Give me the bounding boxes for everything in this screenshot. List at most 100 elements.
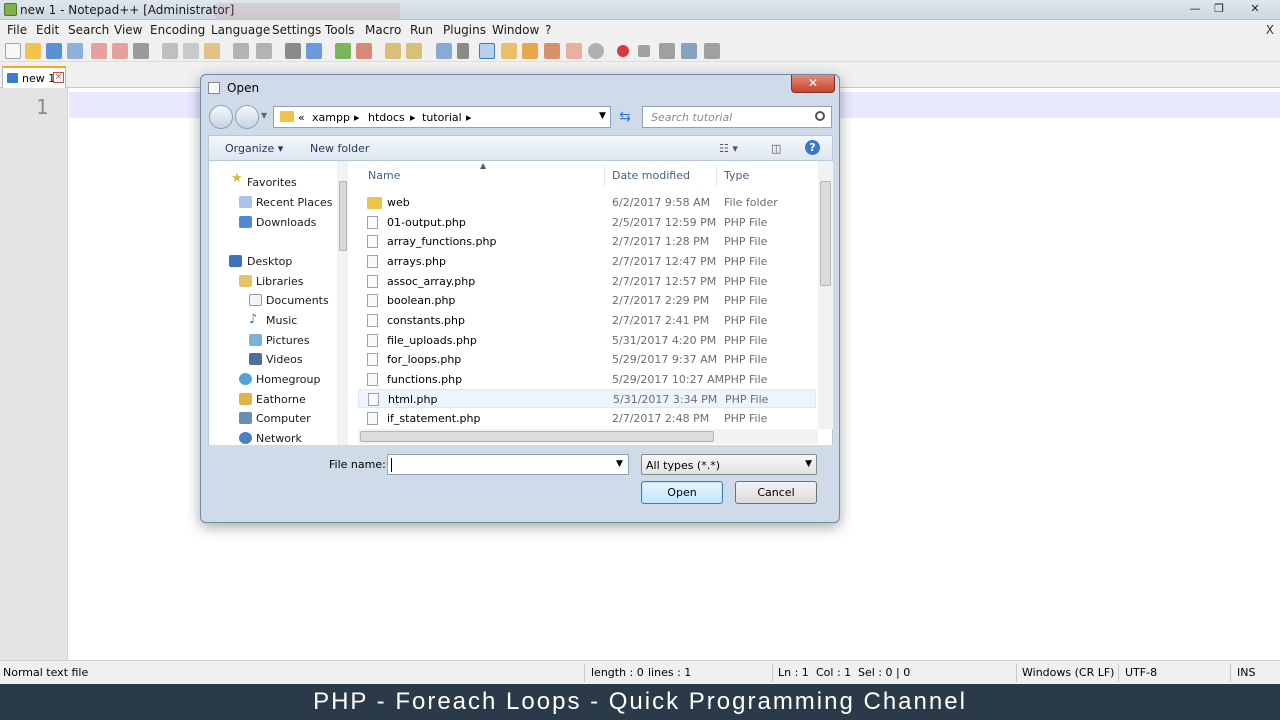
breadcrumb-xampp[interactable]: xampp — [312, 111, 350, 124]
nav-eathorne[interactable]: Eathorne — [256, 393, 306, 406]
file-row[interactable]: for_loops.php 5/29/2017 9:37 AM PHP File — [358, 350, 816, 369]
dialog-close-button[interactable]: ✕ — [791, 75, 835, 93]
recent-locations-dropdown[interactable]: ▼ — [261, 111, 267, 120]
close-window-button[interactable]: ✕ — [1244, 2, 1266, 16]
column-separator[interactable] — [604, 165, 605, 187]
nav-music[interactable]: Music — [266, 314, 297, 327]
menu-edit[interactable]: Edit — [36, 23, 59, 37]
back-button[interactable] — [209, 105, 233, 129]
stop-macro-icon[interactable] — [638, 45, 650, 57]
nav-recent-places[interactable]: Recent Places — [256, 196, 333, 209]
horizontal-scrollbar-thumb[interactable] — [360, 431, 714, 442]
indent-guide-icon[interactable] — [479, 43, 495, 59]
close-file-icon[interactable] — [91, 43, 107, 59]
sync-h-icon[interactable] — [406, 43, 422, 59]
nav-pictures[interactable]: Pictures — [266, 334, 310, 347]
file-row[interactable]: array_functions.php 2/7/2017 1:28 PM PHP… — [358, 232, 816, 251]
menu-plugins[interactable]: Plugins — [443, 23, 486, 37]
nav-videos[interactable]: Videos — [266, 353, 303, 366]
nav-computer[interactable]: Computer — [256, 412, 311, 425]
folder-workspace-icon[interactable] — [566, 43, 582, 59]
copy-icon[interactable] — [183, 43, 199, 59]
file-type-select[interactable]: All types (*.*) ▼ — [641, 454, 817, 475]
menu-window[interactable]: Window — [492, 23, 539, 37]
breadcrumb-htdocs[interactable]: htdocs — [368, 111, 405, 124]
file-row[interactable]: functions.php 5/29/2017 10:27 AM PHP Fil… — [358, 370, 816, 389]
print-icon[interactable] — [133, 43, 149, 59]
zoom-in-icon[interactable] — [335, 43, 351, 59]
file-row[interactable]: boolean.php 2/7/2017 2:29 PM PHP File — [358, 291, 816, 310]
paste-icon[interactable] — [204, 43, 220, 59]
file-row-hovered[interactable]: html.php 5/31/2017 3:34 PM PHP File — [358, 389, 816, 408]
tab-close-icon[interactable]: × — [53, 72, 64, 83]
sync-v-icon[interactable] — [385, 43, 401, 59]
new-folder-button[interactable]: New folder — [310, 142, 369, 155]
refresh-icon[interactable]: ⇆ — [614, 106, 636, 128]
monitor-icon[interactable] — [588, 43, 604, 59]
breadcrumb-tutorial[interactable]: tutorial — [422, 111, 462, 124]
replace-icon[interactable] — [306, 43, 322, 59]
search-icon[interactable] — [815, 111, 825, 121]
find-icon[interactable] — [285, 43, 301, 59]
cut-icon[interactable] — [162, 43, 178, 59]
forward-button[interactable] — [235, 105, 259, 129]
breadcrumb-overflow[interactable]: « — [298, 111, 305, 124]
nav-desktop[interactable]: Desktop — [247, 255, 292, 268]
file-row[interactable]: if_statement.php 2/7/2017 2:48 PM PHP Fi… — [358, 409, 816, 428]
undo-icon[interactable] — [233, 43, 249, 59]
tab-new-1[interactable]: new 1 × — [2, 66, 66, 88]
file-row-web[interactable]: web 6/2/2017 9:58 AM File folder — [358, 193, 816, 212]
column-separator[interactable] — [716, 165, 717, 187]
close-document-x[interactable]: X — [1266, 23, 1274, 37]
chevron-right-icon[interactable]: ▸ — [354, 111, 360, 124]
chevron-right-icon[interactable]: ▸ — [466, 111, 472, 124]
address-dropdown-icon[interactable]: ▼ — [599, 111, 606, 121]
function-list-icon[interactable] — [544, 43, 560, 59]
run-macro-multiple-icon[interactable] — [681, 43, 697, 59]
file-row[interactable]: 01-output.php 2/5/2017 12:59 PM PHP File — [358, 213, 816, 232]
file-row[interactable]: constants.php 2/7/2017 2:41 PM PHP File — [358, 311, 816, 330]
nav-documents[interactable]: Documents — [266, 294, 329, 307]
menu-macro[interactable]: Macro — [365, 23, 401, 37]
redo-icon[interactable] — [256, 43, 272, 59]
organize-button[interactable]: Organize ▾ — [225, 142, 283, 155]
menu-encoding[interactable]: Encoding — [150, 23, 205, 37]
vertical-scrollbar-thumb[interactable] — [820, 181, 831, 286]
menu-settings[interactable]: Settings — [272, 23, 321, 37]
play-macro-icon[interactable] — [659, 43, 675, 59]
cancel-button[interactable]: Cancel — [735, 481, 817, 504]
nav-homegroup[interactable]: Homegroup — [256, 373, 320, 386]
column-type[interactable]: Type — [724, 169, 749, 182]
column-name[interactable]: Name — [368, 169, 400, 182]
nav-libraries[interactable]: Libraries — [256, 275, 304, 288]
menu-file[interactable]: File — [7, 23, 27, 37]
lang-icon[interactable] — [501, 43, 517, 59]
file-row[interactable]: file_uploads.php 5/31/2017 4:20 PM PHP F… — [358, 331, 816, 350]
file-name-input[interactable]: ▼ — [387, 454, 629, 475]
file-row[interactable]: assoc_array.php 2/7/2017 12:57 PM PHP Fi… — [358, 272, 816, 291]
menu-run[interactable]: Run — [410, 23, 433, 37]
show-all-chars-icon[interactable] — [457, 43, 469, 59]
open-file-icon[interactable] — [25, 43, 41, 59]
nav-favorites[interactable]: Favorites — [247, 176, 297, 189]
zoom-out-icon[interactable] — [356, 43, 372, 59]
address-bar[interactable]: « xampp ▸ htdocs ▸ tutorial ▸ ▼ — [273, 106, 611, 128]
record-macro-icon[interactable] — [617, 45, 629, 57]
menu-tools[interactable]: Tools — [325, 23, 355, 37]
preview-pane-icon[interactable]: ◫ — [771, 142, 781, 155]
open-button[interactable]: Open — [641, 481, 723, 504]
save-all-icon[interactable] — [67, 43, 83, 59]
save-macro-icon[interactable] — [704, 43, 720, 59]
file-name-dropdown-icon[interactable]: ▼ — [616, 459, 623, 469]
restore-button[interactable]: ❐ — [1208, 2, 1230, 16]
chevron-right-icon[interactable]: ▸ — [410, 111, 416, 124]
help-icon[interactable]: ? — [805, 140, 820, 155]
nav-network[interactable]: Network — [256, 432, 302, 445]
save-icon[interactable] — [46, 43, 62, 59]
search-input[interactable]: Search tutorial — [642, 106, 832, 128]
column-date-modified[interactable]: Date modified — [612, 169, 690, 182]
nav-downloads[interactable]: Downloads — [256, 216, 316, 229]
minimize-button[interactable]: — — [1184, 2, 1206, 16]
menu-help[interactable]: ? — [545, 23, 551, 37]
file-row[interactable]: arrays.php 2/7/2017 12:47 PM PHP File — [358, 252, 816, 271]
